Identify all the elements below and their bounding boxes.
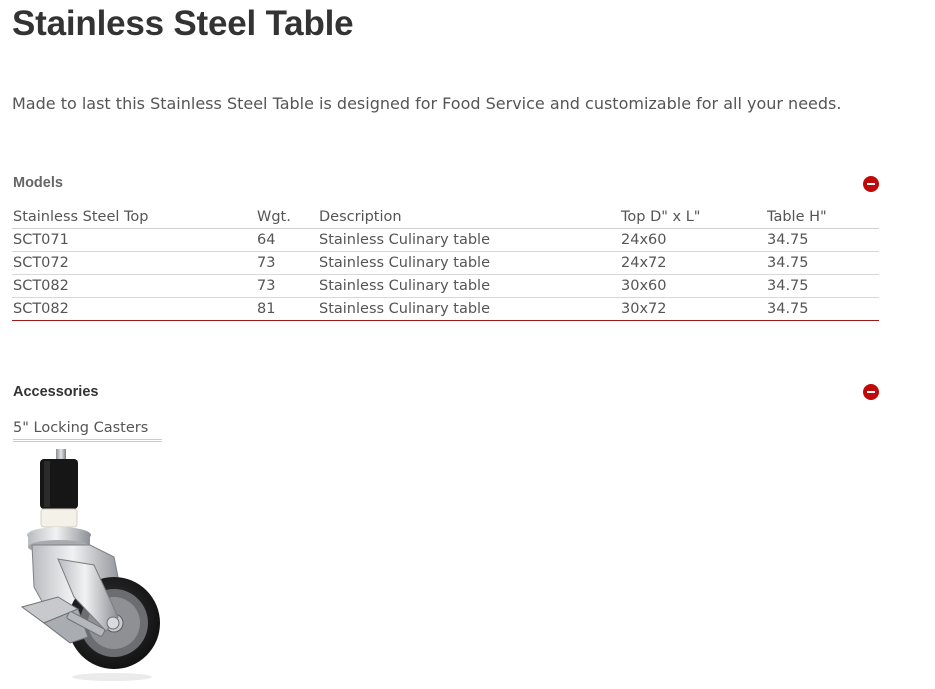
cell-height: 34.75 bbox=[766, 228, 879, 252]
cell-model: SCT071 bbox=[12, 228, 256, 252]
cell-height: 34.75 bbox=[766, 274, 879, 298]
cell-weight: 81 bbox=[257, 301, 276, 317]
column-header-top: Stainless Steel Top bbox=[12, 206, 256, 229]
cell-description: Stainless Culinary table bbox=[318, 274, 620, 298]
locking-caster-image[interactable] bbox=[14, 447, 166, 685]
table-row: SCT082 81 Stainless Culinary table 30x72… bbox=[12, 298, 879, 321]
models-heading: Models bbox=[13, 175, 63, 191]
table-header-row: Stainless Steel Top Wgt. Description Top… bbox=[12, 206, 879, 229]
table-row: SCT082 73 Stainless Culinary table 30x60… bbox=[12, 274, 879, 298]
cell-description: Stainless Culinary table bbox=[318, 251, 620, 275]
page-intro: Made to last this Stainless Steel Table … bbox=[12, 94, 842, 113]
column-header-weight: Wgt. bbox=[256, 206, 318, 229]
table-row: SCT072 73 Stainless Culinary table 24x72… bbox=[12, 251, 879, 275]
accessories-section-header[interactable]: Accessories bbox=[13, 381, 879, 403]
cell-height: 34.75 bbox=[766, 251, 879, 275]
cell-model: SCT072 bbox=[12, 251, 256, 275]
cell-dimensions: 30x72 bbox=[621, 301, 667, 317]
table-row: SCT071 64 Stainless Culinary table 24x60… bbox=[12, 228, 879, 252]
cell-model: SCT082 bbox=[13, 301, 69, 317]
minus-circle-icon[interactable] bbox=[863, 384, 879, 400]
cell-model: SCT082 bbox=[12, 274, 256, 298]
models-section-header[interactable]: Models bbox=[13, 172, 879, 194]
accessories-heading: Accessories bbox=[13, 384, 99, 400]
minus-circle-icon[interactable] bbox=[863, 176, 879, 192]
cell-dimensions: 24x60 bbox=[620, 228, 766, 252]
page-title: Stainless Steel Table bbox=[12, 4, 354, 43]
cell-weight: 64 bbox=[256, 228, 318, 252]
cell-weight: 73 bbox=[256, 251, 318, 275]
column-header-dimensions: Top D" x L" bbox=[620, 206, 766, 229]
cell-height: 34.75 bbox=[767, 301, 809, 317]
cell-weight: 73 bbox=[256, 274, 318, 298]
cell-dimensions: 30x60 bbox=[620, 274, 766, 298]
cell-description: Stainless Culinary table bbox=[319, 301, 490, 317]
accessory-item-label[interactable]: 5" Locking Casters bbox=[13, 420, 162, 442]
column-header-height: Table H" bbox=[766, 206, 879, 229]
cell-description: Stainless Culinary table bbox=[318, 228, 620, 252]
models-table: Stainless Steel Top Wgt. Description Top… bbox=[12, 206, 879, 321]
cell-dimensions: 24x72 bbox=[620, 251, 766, 275]
column-header-description: Description bbox=[318, 206, 620, 229]
